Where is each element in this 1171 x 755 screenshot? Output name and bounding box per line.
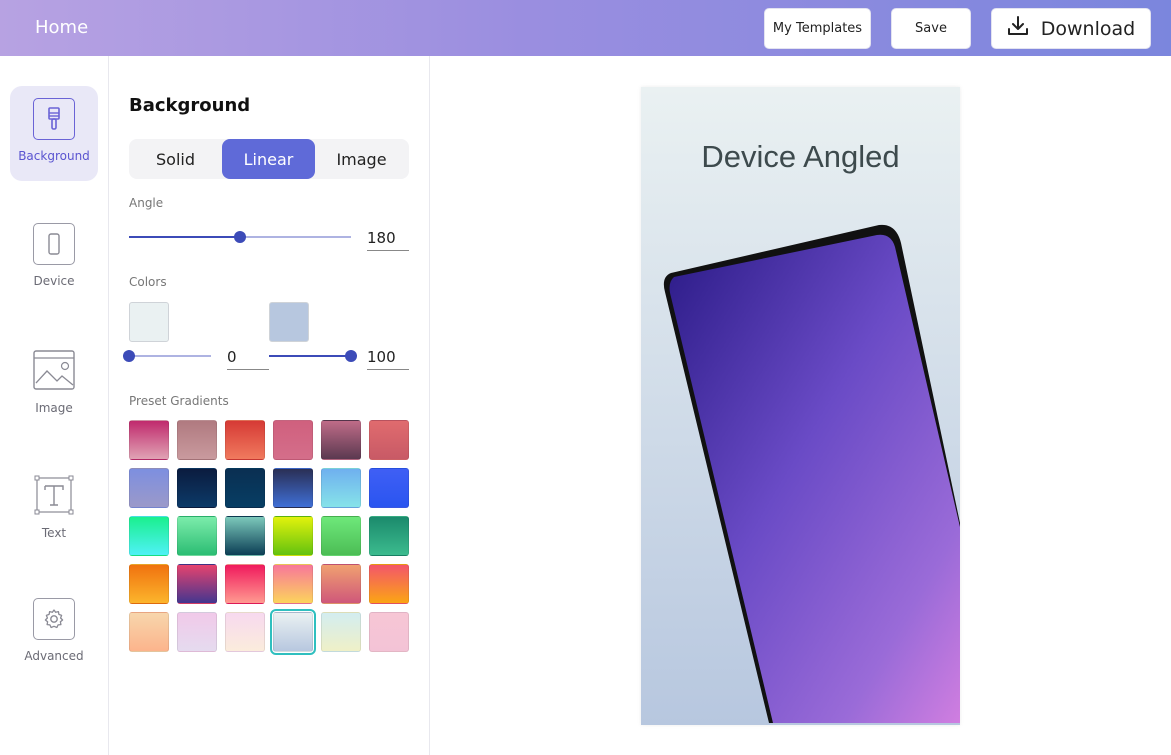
- tool-rail: Background Device Image Text Advanced: [0, 56, 109, 755]
- preset-gradient-swatch[interactable]: [273, 468, 313, 508]
- preset-gradient-grid: [129, 420, 409, 655]
- preset-gradient-swatch[interactable]: [225, 420, 265, 460]
- sidebar-item-image[interactable]: Image: [10, 336, 98, 431]
- preset-gradient-swatch[interactable]: [177, 612, 217, 652]
- preset-gradient-swatch[interactable]: [321, 420, 361, 460]
- preset-gradient-swatch[interactable]: [129, 468, 169, 508]
- sidebar-item-advanced[interactable]: Advanced: [10, 586, 98, 681]
- sidebar-item-label: Text: [41, 526, 67, 540]
- my-templates-button[interactable]: My Templates: [764, 8, 871, 49]
- color-stop-2-thumb[interactable]: [345, 350, 357, 362]
- preset-gradient-swatch[interactable]: [129, 564, 169, 604]
- color-stop-1-slider[interactable]: [129, 355, 211, 357]
- tab-linear[interactable]: Linear: [222, 139, 315, 179]
- preset-gradient-swatch[interactable]: [129, 612, 169, 652]
- preset-gradient-swatch[interactable]: [225, 564, 265, 604]
- color-stop-1-thumb[interactable]: [123, 350, 135, 362]
- sidebar-item-label: Advanced: [24, 649, 84, 663]
- preset-gradient-swatch[interactable]: [369, 516, 409, 556]
- color-stop-2-swatch[interactable]: [269, 302, 309, 342]
- background-type-tabs: Solid Linear Image: [129, 139, 409, 179]
- download-button[interactable]: Download: [991, 8, 1151, 49]
- angle-slider-thumb[interactable]: [234, 231, 246, 243]
- angle-label: Angle: [129, 196, 164, 210]
- preset-gradient-swatch[interactable]: [369, 612, 409, 652]
- download-icon: [1007, 15, 1029, 42]
- angle-slider-fill: [129, 236, 240, 238]
- sidebar-item-background[interactable]: Background: [10, 86, 98, 181]
- background-settings-panel: Background Solid Linear Image Angle 180 …: [109, 56, 430, 755]
- colors-label: Colors: [129, 275, 167, 289]
- preset-gradient-swatch[interactable]: [225, 516, 265, 556]
- color-stop-2-input[interactable]: 100: [367, 344, 409, 370]
- sidebar-item-label: Background: [18, 149, 90, 163]
- color-stop-1-swatch[interactable]: [129, 302, 169, 342]
- download-label: Download: [1040, 17, 1136, 40]
- preset-gradient-swatch[interactable]: [273, 516, 313, 556]
- sidebar-item-label: Image: [35, 401, 73, 415]
- preset-gradient-swatch[interactable]: [177, 516, 217, 556]
- preset-gradient-swatch[interactable]: [129, 516, 169, 556]
- phone-icon: [33, 223, 75, 265]
- tab-solid[interactable]: Solid: [129, 139, 222, 179]
- preset-gradient-swatch[interactable]: [177, 468, 217, 508]
- text-icon: [32, 473, 76, 517]
- image-icon: [32, 348, 76, 392]
- preset-gradients-label: Preset Gradients: [129, 394, 229, 408]
- brush-icon: [33, 98, 75, 140]
- preset-gradient-swatch[interactable]: [369, 468, 409, 508]
- preview-canvas[interactable]: Device Angled: [641, 87, 960, 725]
- preset-gradient-swatch[interactable]: [369, 564, 409, 604]
- sidebar-item-device[interactable]: Device: [10, 211, 98, 306]
- phone-frame: [663, 224, 960, 723]
- home-link[interactable]: Home: [35, 17, 88, 38]
- preset-gradient-swatch[interactable]: [270, 609, 316, 655]
- preset-gradient-swatch[interactable]: [321, 516, 361, 556]
- preset-gradient-swatch[interactable]: [369, 420, 409, 460]
- preset-gradient-swatch[interactable]: [225, 468, 265, 508]
- save-button[interactable]: Save: [891, 8, 971, 49]
- sidebar-item-label: Device: [33, 274, 75, 288]
- color-stop-1-input[interactable]: 0: [227, 344, 269, 370]
- preset-gradient-swatch[interactable]: [273, 420, 313, 460]
- angled-phone-mockup[interactable]: [641, 87, 960, 725]
- preset-gradient-swatch[interactable]: [225, 612, 265, 652]
- preset-gradient-swatch[interactable]: [177, 564, 217, 604]
- top-bar: Home My Templates Save Download: [0, 0, 1171, 56]
- preset-gradient-swatch[interactable]: [321, 612, 361, 652]
- angle-input[interactable]: 180: [367, 225, 409, 251]
- tab-image[interactable]: Image: [315, 139, 408, 179]
- preset-gradient-swatch[interactable]: [273, 564, 313, 604]
- preset-gradient-swatch[interactable]: [321, 468, 361, 508]
- preset-gradient-swatch[interactable]: [129, 420, 169, 460]
- sidebar-item-text[interactable]: Text: [10, 461, 98, 556]
- panel-title: Background: [129, 95, 251, 116]
- color-stop-2-fill: [269, 355, 351, 357]
- preset-gradient-swatch[interactable]: [321, 564, 361, 604]
- preset-gradient-swatch[interactable]: [177, 420, 217, 460]
- gear-icon: [33, 598, 75, 640]
